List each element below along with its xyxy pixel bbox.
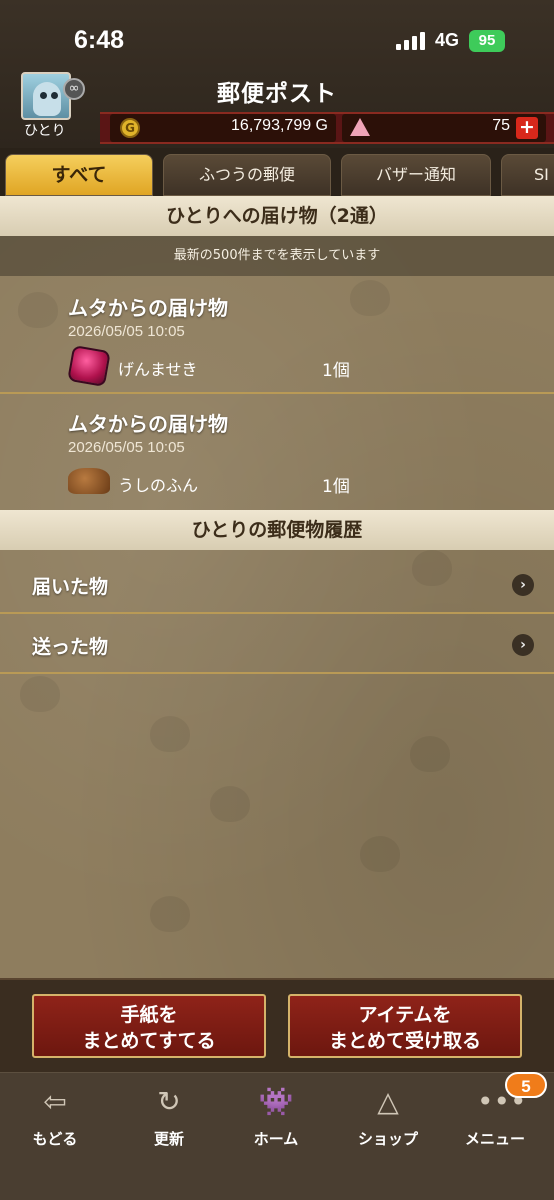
player-name: ひとり — [24, 123, 66, 139]
background-pattern — [150, 716, 190, 752]
menu-notification-badge: 5 — [505, 1072, 547, 1098]
status-bar: 6:48 4G 95 — [0, 0, 554, 70]
deliveries-header: ひとりへの届け物（2通） — [0, 196, 554, 236]
dung-item-icon — [68, 468, 110, 494]
history-header: ひとりの郵便物履歴 — [0, 510, 554, 550]
background-pattern — [20, 676, 60, 712]
button-line: アイテムを — [358, 1004, 452, 1026]
delivery-title: ムタからの届け物 — [68, 296, 228, 320]
background-pattern — [410, 736, 450, 772]
list-limit-notice: 最新の500件までを表示しています — [0, 236, 554, 276]
nav-home[interactable]: 👾 ホーム — [231, 1080, 321, 1160]
delivery-date: 2026/05/05 10:05 — [68, 439, 185, 456]
delivery-item-quantity: 1個 — [322, 477, 350, 497]
button-line: 手紙を — [120, 1004, 178, 1026]
received-history-row[interactable]: 届いた物 › — [0, 554, 554, 612]
refresh-icon: ↻ — [157, 1085, 181, 1118]
page-title: 郵便ポスト — [217, 81, 337, 107]
nav-refresh[interactable]: ↻ 更新 — [124, 1080, 214, 1160]
background-pattern — [210, 786, 250, 822]
button-line: まとめてすてる — [82, 1030, 216, 1052]
back-arrow-icon: ⇦ — [43, 1085, 67, 1118]
nav-back[interactable]: ⇦ もどる — [10, 1080, 100, 1160]
nav-label: メニュー — [464, 1130, 525, 1148]
slime-icon: △ — [377, 1085, 399, 1118]
nav-shop[interactable]: △ ショップ — [343, 1080, 433, 1160]
add-gems-button[interactable]: + — [516, 117, 538, 139]
background-pattern — [150, 896, 190, 932]
delivery-item-quantity: 1個 — [322, 361, 350, 381]
button-line: まとめて受け取る — [328, 1030, 481, 1052]
network-type: 4G — [435, 30, 460, 50]
delivery-item-name: げんませき — [118, 360, 198, 379]
nav-label: もどる — [32, 1130, 78, 1148]
gold-coin-icon: G — [120, 118, 140, 138]
sent-history-row[interactable]: 送った物 › — [0, 614, 554, 672]
tab-more[interactable]: SI — [501, 154, 554, 196]
nav-label: 更新 — [153, 1130, 184, 1148]
tab-bazaar-notice[interactable]: バザー通知 — [341, 154, 491, 196]
tab-all[interactable]: すべて — [5, 154, 153, 196]
nav-label: ホーム — [253, 1130, 299, 1148]
gem-amount: 75 — [492, 117, 510, 134]
gold-amount: 16,793,799 G — [231, 117, 328, 134]
chevron-right-icon: › — [512, 634, 534, 656]
receive-all-items-button[interactable]: アイテムを まとめて受け取る — [288, 994, 522, 1058]
battery-icon: 95 — [469, 30, 505, 52]
tab-normal-mail[interactable]: ふつうの郵便 — [163, 154, 331, 196]
status-time: 6:48 — [74, 26, 125, 54]
sent-history-label: 送った物 — [32, 636, 109, 658]
home-monster-icon: 👾 — [258, 1085, 294, 1118]
nav-label: ショップ — [357, 1130, 418, 1148]
background-pattern — [360, 836, 400, 872]
received-history-label: 届いた物 — [32, 576, 109, 598]
divider — [0, 672, 554, 674]
discard-all-letters-button[interactable]: 手紙を まとめてすてる — [32, 994, 266, 1058]
delivery-date: 2026/05/05 10:05 — [68, 323, 185, 340]
gem-item-icon — [67, 344, 111, 388]
delivery-title: ムタからの届け物 — [68, 412, 228, 436]
delivery-item-name: うしのふん — [118, 476, 199, 495]
gem-icon — [350, 118, 370, 136]
chevron-right-icon: › — [512, 574, 534, 596]
signal-icon — [396, 32, 426, 50]
